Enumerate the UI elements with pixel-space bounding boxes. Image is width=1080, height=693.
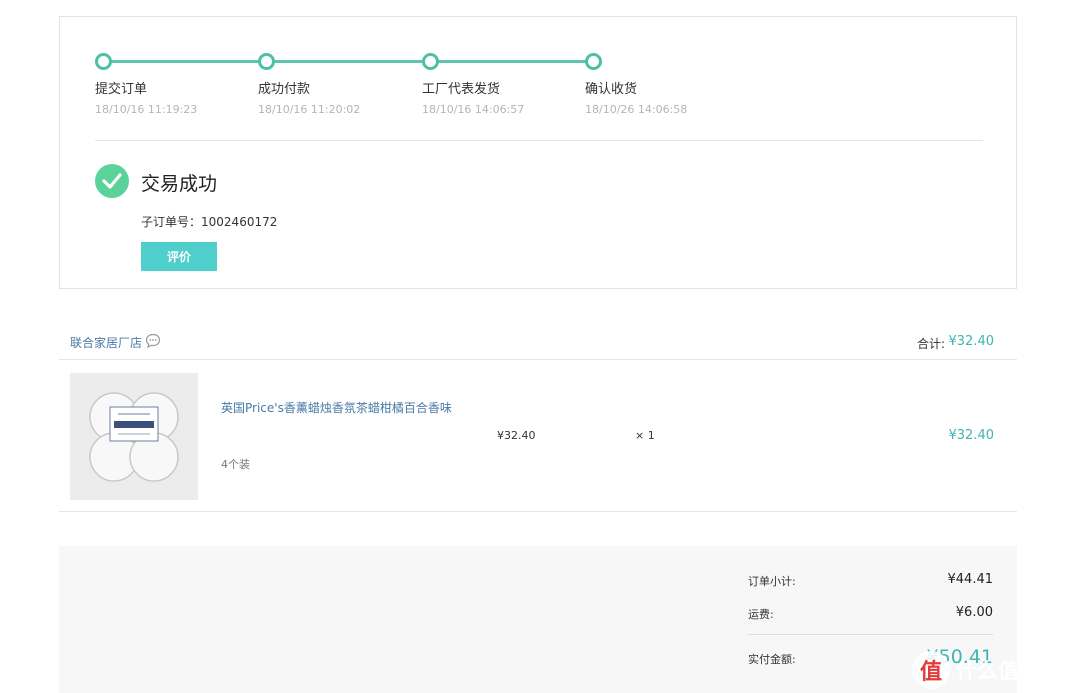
step-dot-icon <box>258 53 275 70</box>
sub-order-number: 子订单号：1002460172 <box>141 213 277 230</box>
shipping-value: ¥6.00 <box>955 605 993 620</box>
step-dot-icon <box>422 53 439 70</box>
product-title-link[interactable]: 英国Price's香薰蜡烛香氛茶蜡柑橘百合香味 <box>221 398 456 419</box>
shop-name-link[interactable]: 联合家居厂店 <box>70 334 142 351</box>
product-image[interactable] <box>70 373 198 500</box>
watermark-badge-icon: 值 <box>912 651 950 689</box>
divider <box>95 140 983 141</box>
review-button[interactable]: 评价 <box>141 242 217 271</box>
shipping-label: 运费: <box>748 608 774 621</box>
step-dot-icon <box>585 53 602 70</box>
progress-step-submit: 提交订单 18/10/16 11:19:23 <box>95 53 255 116</box>
shop-total-value: ¥32.40 <box>948 334 995 349</box>
subtotal-label: 订单小计: <box>748 575 796 588</box>
shop-header: 联合家居厂店 合计: ¥32.40 <box>59 322 1017 360</box>
product-unit-price: ¥32.40 <box>497 429 536 442</box>
step-label: 成功付款 <box>258 82 311 97</box>
order-summary: 订单小计: ¥44.41 运费: ¥6.00 实付金额: ¥50.41 <box>59 546 1017 693</box>
step-label: 确认收货 <box>585 82 638 97</box>
step-label: 提交订单 <box>95 82 148 97</box>
progress-step-received: 确认收货 18/10/26 14:06:58 <box>585 53 745 116</box>
step-label: 工厂代表发货 <box>422 82 501 97</box>
status-title: 交易成功 <box>141 173 218 195</box>
paid-amount-label: 实付金额: <box>748 653 796 666</box>
watermark-text: 什么值得买 <box>956 659 1061 683</box>
order-progress: 提交订单 18/10/16 11:19:23 成功付款 18/10/16 11:… <box>95 53 687 133</box>
step-dot-icon <box>95 53 112 70</box>
site-watermark: 值 什么值得买 <box>912 647 1080 693</box>
step-time: 18/10/16 14:06:57 <box>422 103 525 116</box>
summary-divider <box>748 634 993 635</box>
order-status-card: 提交订单 18/10/16 11:19:23 成功付款 18/10/16 11:… <box>59 16 1017 289</box>
chat-bubble-icon[interactable] <box>145 333 161 349</box>
shop-total-label: 合计: <box>916 337 945 351</box>
product-subtotal: ¥32.40 <box>948 428 995 443</box>
step-time: 18/10/16 11:20:02 <box>258 103 361 116</box>
check-circle-icon <box>95 164 129 198</box>
progress-step-shipped: 工厂代表发货 18/10/16 14:06:57 <box>422 53 582 116</box>
subtotal-value: ¥44.41 <box>947 572 994 587</box>
progress-step-paid: 成功付款 18/10/16 11:20:02 <box>258 53 418 116</box>
order-no-label: 子订单号： <box>141 215 202 229</box>
product-quantity: × 1 <box>635 429 655 442</box>
step-time: 18/10/26 14:06:58 <box>585 103 688 116</box>
product-spec: 4个装 <box>221 458 250 471</box>
step-time: 18/10/16 11:19:23 <box>95 103 198 116</box>
order-item-row: 英国Price's香薰蜡烛香氛茶蜡柑橘百合香味 4个装 ¥32.40 × 1 ¥… <box>59 361 1017 512</box>
order-no-value: 1002460172 <box>201 215 278 229</box>
